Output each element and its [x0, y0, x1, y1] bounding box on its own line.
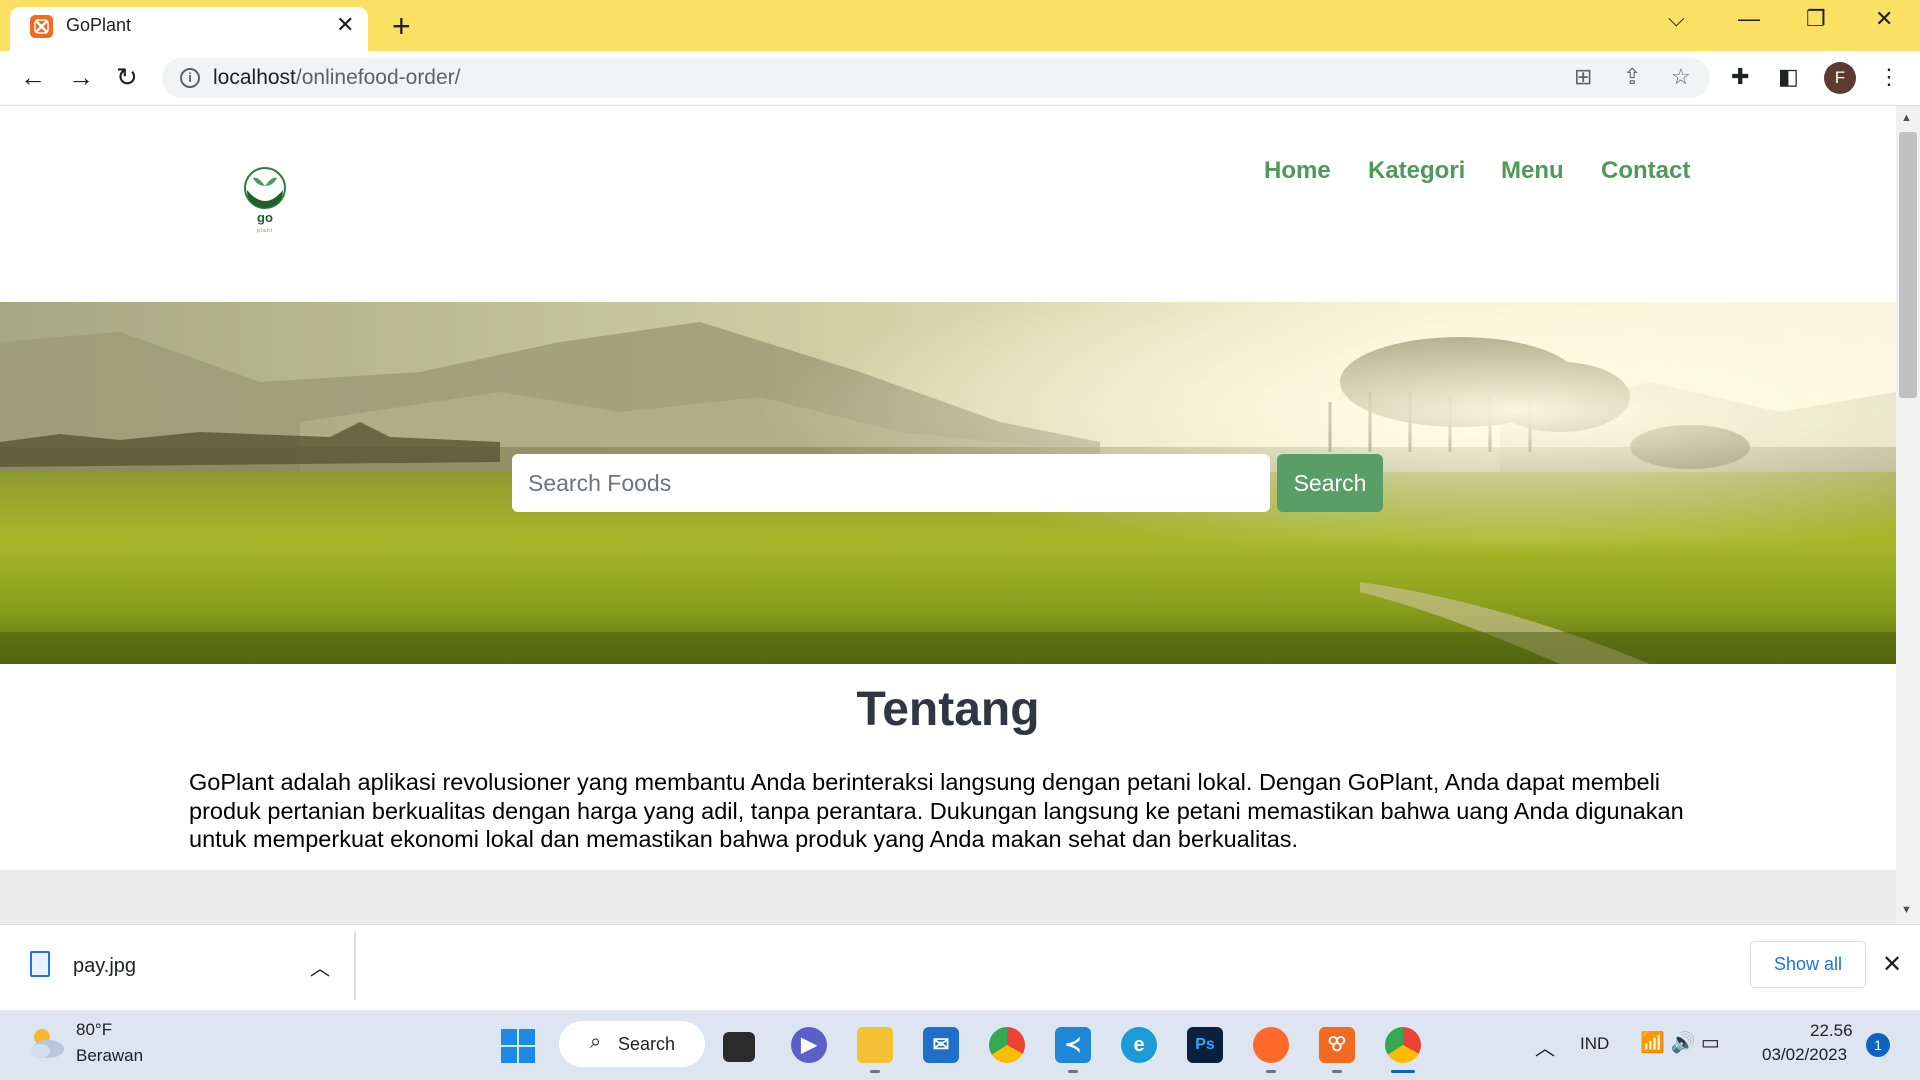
- translate-icon[interactable]: ⊞: [1574, 64, 1592, 90]
- teams-chat-icon[interactable]: ▶: [791, 1027, 827, 1063]
- xampp-icon[interactable]: ꕢ: [1319, 1027, 1355, 1063]
- chrome-menu-icon[interactable]: ⋮: [1878, 64, 1900, 90]
- scroll-down-arrow-icon[interactable]: ▼: [1901, 904, 1912, 916]
- nav-kategori-link[interactable]: Kategori: [1368, 157, 1465, 185]
- mail-icon[interactable]: ✉: [923, 1027, 959, 1063]
- clock-time[interactable]: 22.56: [1810, 1021, 1853, 1041]
- restore-icon[interactable]: ❐: [1806, 6, 1826, 32]
- url-host: localhost: [213, 66, 296, 89]
- search-foods-input[interactable]: [512, 454, 1270, 512]
- search-icon: ⌕: [590, 1031, 602, 1053]
- next-section-band: [0, 870, 1896, 924]
- running-indicator: [870, 1070, 880, 1073]
- download-bar: [0, 924, 1920, 1010]
- bookmark-star-icon[interactable]: ☆: [1671, 64, 1691, 90]
- chevron-up-icon[interactable]: ︿: [310, 952, 330, 981]
- running-indicator: [1332, 1070, 1342, 1073]
- nav-home-link[interactable]: Home: [1264, 157, 1331, 185]
- chrome-profile-icon[interactable]: [1385, 1027, 1421, 1063]
- forward-icon[interactable]: →: [68, 62, 94, 93]
- site-info-icon[interactable]: i: [180, 68, 200, 88]
- running-indicator: [1068, 1070, 1078, 1073]
- tab-title: GoPlant: [66, 15, 132, 35]
- about-heading: Tentang: [856, 683, 1040, 736]
- notification-badge[interactable]: 1: [1866, 1033, 1890, 1057]
- firefox-icon[interactable]: [1253, 1027, 1289, 1063]
- logo-text: go: [257, 210, 273, 225]
- task-view-icon[interactable]: [723, 1032, 755, 1062]
- close-download-bar-icon[interactable]: ✕: [1882, 950, 1902, 979]
- tray-overflow-chevron-icon[interactable]: ︿: [1535, 1032, 1555, 1061]
- vscode-icon[interactable]: ≺: [1055, 1027, 1091, 1063]
- profile-avatar[interactable]: F: [1824, 62, 1856, 94]
- nav-contact-link[interactable]: Contact: [1601, 157, 1690, 185]
- extensions-icon[interactable]: ✚: [1731, 64, 1749, 90]
- active-app-indicator: [1391, 1070, 1415, 1073]
- close-window-icon[interactable]: ✕: [1875, 6, 1893, 32]
- windows-taskbar: [0, 1010, 1920, 1080]
- url-text[interactable]: localhost/onlinefood-order/: [213, 66, 461, 90]
- goplant-logo-icon: go plant: [244, 167, 286, 234]
- windows-start-icon[interactable]: [500, 1028, 536, 1069]
- search-button[interactable]: Search: [1277, 454, 1383, 512]
- share-icon[interactable]: ⇪: [1623, 64, 1641, 90]
- chrome-icon[interactable]: [989, 1027, 1025, 1063]
- language-indicator[interactable]: IND: [1580, 1034, 1609, 1054]
- side-panel-icon[interactable]: ◧: [1778, 64, 1799, 90]
- scroll-up-arrow-icon[interactable]: ▲: [1901, 112, 1912, 124]
- about-paragraph: GoPlant adalah aplikasi revolusioner yan…: [189, 769, 1684, 853]
- running-indicator: [1266, 1070, 1276, 1073]
- wifi-volume-battery-icon[interactable]: 📶 🔊 ▭: [1640, 1030, 1720, 1055]
- cloudy-weather-icon[interactable]: [26, 1025, 66, 1066]
- scrollbar-thumb[interactable]: [1899, 132, 1917, 398]
- logo-subtext: plant: [257, 228, 273, 234]
- image-file-icon: [30, 951, 50, 977]
- tab-close-icon[interactable]: ✕: [336, 12, 354, 38]
- url-path: /onlinefood-order/: [295, 66, 461, 89]
- download-divider: [354, 932, 356, 1000]
- taskbar-search-label: Search: [618, 1034, 676, 1054]
- new-tab-icon[interactable]: +: [392, 8, 411, 45]
- reload-icon[interactable]: ↻: [116, 62, 138, 93]
- clock-date[interactable]: 03/02/2023: [1762, 1045, 1847, 1065]
- weather-description[interactable]: Berawan: [76, 1046, 143, 1066]
- tab-goplant[interactable]: [10, 7, 368, 51]
- nav-menu-link[interactable]: Menu: [1501, 157, 1564, 185]
- tab-search-chevron-icon[interactable]: ⌵: [1668, 6, 1685, 32]
- xampp-favicon-icon: [30, 15, 53, 38]
- minimize-icon[interactable]: —: [1738, 6, 1760, 32]
- goplant-logo[interactable]: go plant: [241, 166, 289, 241]
- show-all-button[interactable]: Show all: [1750, 941, 1866, 988]
- back-icon[interactable]: ←: [20, 62, 46, 93]
- download-file-name[interactable]: pay.jpg: [73, 955, 136, 978]
- weather-temperature[interactable]: 80°F: [76, 1020, 112, 1040]
- photoshop-icon[interactable]: Ps: [1187, 1027, 1223, 1063]
- edge-icon[interactable]: e: [1121, 1027, 1157, 1063]
- file-explorer-icon[interactable]: [857, 1027, 893, 1063]
